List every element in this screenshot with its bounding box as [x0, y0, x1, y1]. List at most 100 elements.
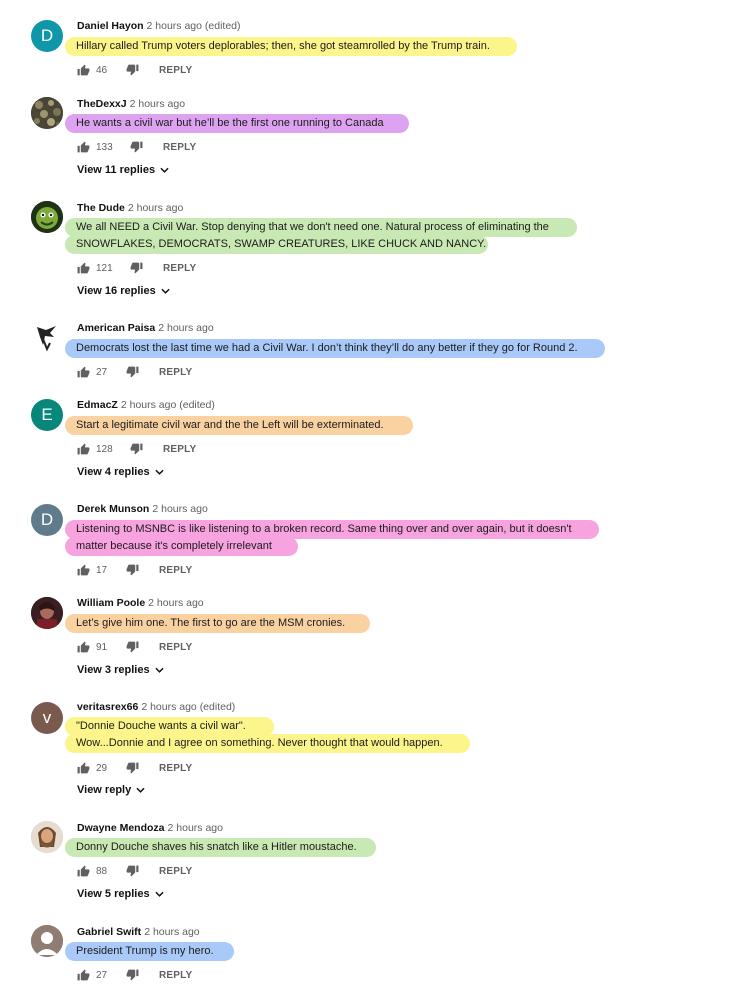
- comment-author[interactable]: Gabriel Swift: [77, 926, 141, 938]
- comment-timestamp[interactable]: 2 hours ago: [130, 98, 185, 110]
- avatar-letter: D: [40, 26, 54, 45]
- thumbs-down-icon[interactable]: [130, 443, 143, 455]
- comment-timestamp[interactable]: 2 hours ago (edited): [141, 701, 235, 713]
- like-count: 128: [96, 443, 113, 455]
- comment-author[interactable]: William Poole: [77, 597, 145, 609]
- thumbs-down-icon[interactable]: [126, 865, 139, 877]
- comment-text: Start a legitimate civil war and the the…: [65, 416, 413, 435]
- comment-text: Let’s give him one. The first to go are …: [65, 614, 370, 633]
- like-count: 17: [96, 564, 108, 576]
- thumbs-up-icon[interactable]: [77, 443, 90, 455]
- comment-timestamp[interactable]: 2 hours ago: [158, 322, 213, 334]
- comment-author[interactable]: EdmacZ: [77, 399, 118, 411]
- comment-text: Hillary called Trump voters deplorables;…: [65, 37, 517, 56]
- reply-button[interactable]: REPLY: [159, 565, 192, 576]
- comment-timestamp[interactable]: 2 hours ago (edited): [121, 399, 215, 411]
- thumbs-down-icon[interactable]: [126, 762, 139, 774]
- thumbs-down-icon[interactable]: [126, 366, 139, 378]
- thumbs-up-icon[interactable]: [77, 969, 90, 981]
- avatar[interactable]: v: [31, 702, 63, 734]
- comment-author[interactable]: TheDexxJ: [77, 98, 127, 110]
- thumbs-down-icon[interactable]: [126, 64, 139, 76]
- chevron-down-icon: [136, 787, 145, 793]
- comment-actions: 27 REPLY: [77, 968, 192, 982]
- thumbs-up-icon[interactable]: [77, 564, 90, 576]
- thumbs-up-icon[interactable]: [77, 641, 90, 653]
- like-count: 27: [96, 366, 108, 378]
- reply-button[interactable]: REPLY: [159, 642, 192, 653]
- chevron-down-icon: [154, 469, 164, 475]
- thumbs-up-icon[interactable]: [77, 141, 90, 153]
- reply-button[interactable]: REPLY: [159, 65, 192, 76]
- comment-text: Democrats lost the last time we had a Ci…: [65, 339, 605, 358]
- comment-text: matter because it's completely irrelevan…: [65, 537, 298, 556]
- view-replies-label: View 11 replies: [77, 164, 156, 176]
- comment-timestamp[interactable]: 2 hours ago: [144, 926, 199, 938]
- default-user-avatar[interactable]: [31, 925, 63, 957]
- chevron-down-icon: [160, 167, 169, 173]
- avatar[interactable]: D: [31, 20, 63, 52]
- view-replies-button[interactable]: View 11 replies: [77, 164, 169, 176]
- reply-button[interactable]: REPLY: [159, 763, 192, 774]
- comment-timestamp[interactable]: 2 hours ago: [152, 503, 207, 515]
- avatar[interactable]: E: [31, 399, 63, 431]
- thumbs-down-icon[interactable]: [126, 564, 139, 576]
- comment-actions: 133 REPLY: [77, 140, 196, 154]
- comment-author[interactable]: Dwayne Mendoza: [77, 822, 165, 834]
- reply-button[interactable]: REPLY: [163, 444, 196, 455]
- comment-actions: 121 REPLY: [77, 261, 196, 275]
- comment-author[interactable]: Derek Munson: [77, 503, 149, 515]
- comment-text: Donny Douche shaves his snatch like a Hi…: [65, 838, 376, 857]
- like-count: 46: [96, 64, 108, 76]
- comment-author[interactable]: The Dude: [77, 202, 125, 214]
- snake-skin-avatar[interactable]: [31, 97, 63, 129]
- comment-actions: 128 REPLY: [77, 442, 196, 456]
- sketch-figure-avatar[interactable]: [31, 321, 63, 353]
- view-replies-button[interactable]: View reply: [77, 784, 145, 796]
- view-replies-button[interactable]: View 4 replies: [77, 466, 164, 478]
- view-replies-label: View 16 replies: [77, 285, 156, 297]
- comment-timestamp[interactable]: 2 hours ago: [168, 822, 223, 834]
- like-count: 121: [96, 262, 113, 274]
- like-count: 133: [96, 141, 113, 153]
- avatar-letter: E: [41, 405, 53, 424]
- view-replies-label: View 5 replies: [77, 888, 150, 900]
- avatar[interactable]: D: [31, 504, 63, 536]
- comment-author[interactable]: Daniel Hayon: [77, 20, 144, 32]
- bearded-face-avatar[interactable]: [31, 821, 63, 853]
- thumbs-down-icon[interactable]: [130, 262, 143, 274]
- comment-author[interactable]: American Paisa: [77, 322, 155, 334]
- comment-timestamp[interactable]: 2 hours ago: [128, 202, 183, 214]
- reply-button[interactable]: REPLY: [159, 367, 192, 378]
- thumbs-up-icon[interactable]: [77, 64, 90, 76]
- comment-actions: 17 REPLY: [77, 563, 192, 577]
- comment-timestamp[interactable]: 2 hours ago: [148, 597, 203, 609]
- thumbs-down-icon[interactable]: [126, 969, 139, 981]
- reply-button[interactable]: REPLY: [159, 866, 192, 877]
- reply-button[interactable]: REPLY: [159, 970, 192, 981]
- thumbs-down-icon[interactable]: [130, 141, 143, 153]
- thumbs-up-icon[interactable]: [77, 262, 90, 274]
- view-replies-button[interactable]: View 5 replies: [77, 888, 164, 900]
- avatar-letter: v: [42, 708, 52, 727]
- reply-button[interactable]: REPLY: [163, 263, 196, 274]
- avatar-letter: D: [40, 510, 54, 529]
- comment-text: He wants a civil war but he’ll be the fi…: [65, 114, 409, 133]
- comment-timestamp[interactable]: 2 hours ago (edited): [147, 20, 241, 32]
- reply-button[interactable]: REPLY: [163, 142, 196, 153]
- comment-author[interactable]: veritasrex66: [77, 701, 138, 713]
- green-face-avatar[interactable]: [31, 201, 63, 233]
- thumbs-down-icon[interactable]: [126, 641, 139, 653]
- view-replies-button[interactable]: View 16 replies: [77, 285, 170, 297]
- view-replies-button[interactable]: View 3 replies: [77, 664, 164, 676]
- thumbs-up-icon[interactable]: [77, 865, 90, 877]
- comment-actions: 46 REPLY: [77, 63, 192, 77]
- portrait-avatar[interactable]: [31, 597, 63, 629]
- comment-text: SNOWFLAKES, DEMOCRATS, SWAMP CREATURES, …: [65, 235, 488, 254]
- view-replies-label: View 3 replies: [77, 664, 150, 676]
- comment-actions: 29 REPLY: [77, 761, 192, 775]
- thumbs-up-icon[interactable]: [77, 762, 90, 774]
- comment-actions: 88 REPLY: [77, 864, 192, 878]
- thumbs-up-icon[interactable]: [77, 366, 90, 378]
- comments-section: D Daniel Hayon 2 hours ago (edited) Hilla…: [0, 0, 652, 987]
